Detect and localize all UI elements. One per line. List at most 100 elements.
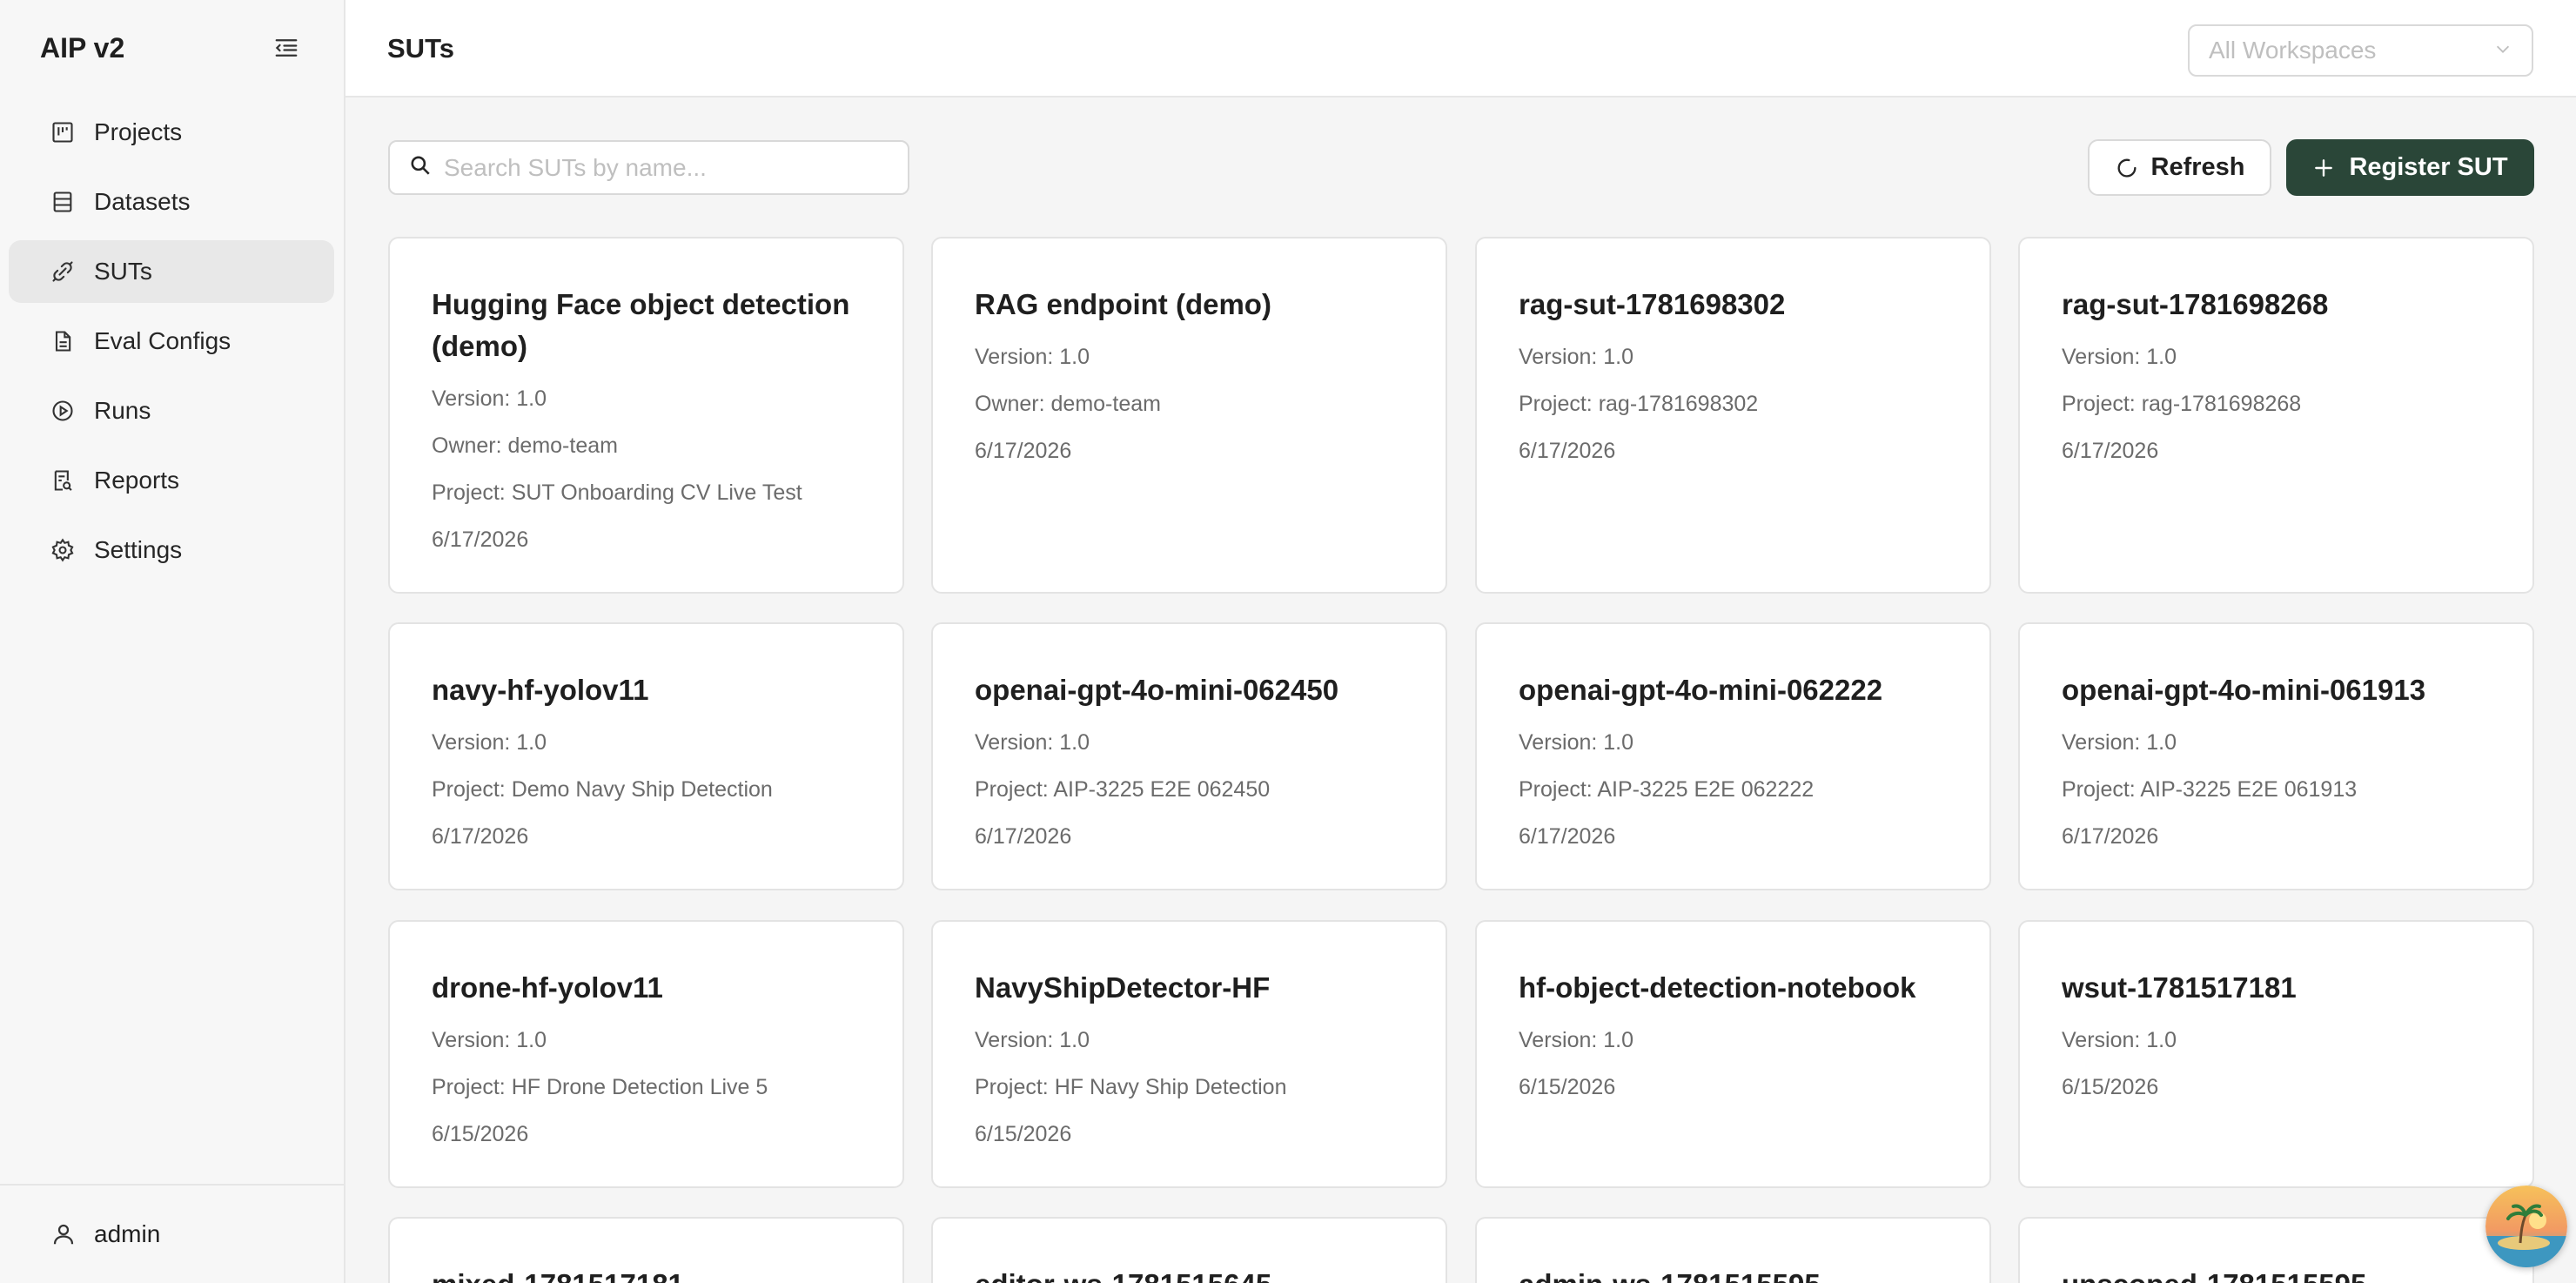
refresh-button[interactable]: Refresh (2088, 139, 2271, 196)
sut-card[interactable]: mixed-1781517181 (388, 1217, 904, 1283)
sut-card-date: 6/17/2026 (1519, 824, 1616, 849)
sut-card[interactable]: wsut-1781517181 Version: 1.0 6/15/2026 (2018, 920, 2534, 1188)
sidebar-item-projects[interactable]: Projects (9, 101, 334, 164)
sut-card[interactable]: unscoped-1781515595 (2018, 1217, 2534, 1283)
sut-card-version: Version: 1.0 (432, 730, 547, 755)
assistant-avatar-button[interactable] (2485, 1186, 2567, 1267)
sidebar-item-label: SUTs (94, 258, 152, 285)
sut-card[interactable]: openai-gpt-4o-mini-061913 Version: 1.0 P… (2018, 622, 2534, 890)
sut-card-version: Version: 1.0 (2062, 1028, 2177, 1052)
username: admin (94, 1220, 161, 1247)
sut-card-date: 6/15/2026 (432, 1122, 529, 1146)
eval-configs-icon (49, 327, 77, 355)
collapse-sidebar-icon[interactable] (269, 30, 304, 65)
sidebar-item-reports[interactable]: Reports (9, 449, 334, 512)
sidebar-item-label: Eval Configs (94, 327, 231, 354)
sidebar-item-runs[interactable]: Runs (9, 380, 334, 442)
search-icon (409, 154, 432, 181)
refresh-icon (2115, 156, 2139, 180)
projects-icon (49, 118, 77, 146)
sidebar-item-datasets[interactable]: Datasets (9, 171, 334, 233)
sut-card-title: wsut-1781517181 (2062, 971, 2297, 1004)
plus-icon (2312, 157, 2335, 179)
sut-card-title: drone-hf-yolov11 (432, 971, 663, 1004)
sut-card-title: editor-ws-1781515645 (975, 1264, 1404, 1283)
sidebar-item-eval-configs[interactable]: Eval Configs (9, 310, 334, 373)
sut-card-title: unscoped-1781515595 (2062, 1264, 2491, 1283)
sidebar-item-label: Projects (94, 118, 183, 145)
app-title: AIP v2 (40, 31, 125, 64)
sut-card-title: openai-gpt-4o-mini-062450 (975, 674, 1339, 706)
sut-card-version: Version: 1.0 (975, 345, 1090, 369)
sut-card-title: Hugging Face object detection (demo) (432, 288, 850, 362)
datasets-icon (49, 188, 77, 216)
sut-card-owner: Owner: demo-team (432, 433, 618, 458)
sut-card-owner: Owner: demo-team (975, 392, 1161, 416)
sidebar-item-label: Runs (94, 397, 151, 424)
suts-icon (49, 258, 77, 285)
sut-card[interactable]: editor-ws-1781515645 (931, 1217, 1447, 1283)
sut-card-version: Version: 1.0 (2062, 730, 2177, 755)
refresh-label: Refresh (2150, 153, 2245, 181)
sut-card-title: openai-gpt-4o-mini-061913 (2062, 674, 2426, 706)
search-field[interactable] (388, 140, 909, 195)
sut-card[interactable]: openai-gpt-4o-mini-062222 Version: 1.0 P… (1475, 622, 1991, 890)
sut-card-title: hf-object-detection-notebook (1519, 971, 1916, 1004)
sut-card-project: Project: SUT Onboarding CV Live Test (432, 480, 802, 505)
workspace-select[interactable]: All Workspaces (2188, 24, 2533, 77)
settings-icon (49, 536, 77, 564)
runs-icon (49, 397, 77, 425)
sut-card[interactable]: rag-sut-1781698302 Version: 1.0 Project:… (1475, 237, 1991, 594)
sut-card-date: 6/17/2026 (975, 824, 1072, 849)
reports-icon (49, 467, 77, 494)
sut-card-version: Version: 1.0 (2062, 345, 2177, 369)
sut-card[interactable]: hf-object-detection-notebook Version: 1.… (1475, 920, 1991, 1188)
sidebar-item-suts[interactable]: SUTs (9, 240, 334, 303)
sut-card[interactable]: Hugging Face object detection (demo) Ver… (388, 237, 904, 594)
register-sut-button[interactable]: Register SUT (2286, 139, 2534, 196)
chevron-down-icon (2493, 37, 2512, 64)
sut-card-project: Project: AIP-3225 E2E 061913 (2062, 777, 2358, 802)
sut-card[interactable]: NavyShipDetector-HF Version: 1.0 Project… (931, 920, 1447, 1188)
sut-card[interactable]: openai-gpt-4o-mini-062450 Version: 1.0 P… (931, 622, 1447, 890)
sut-card-title: RAG endpoint (demo) (975, 288, 1271, 320)
sut-card-date: 6/15/2026 (975, 1122, 1072, 1146)
sut-card-title: mixed-1781517181 (432, 1264, 861, 1283)
sut-card[interactable]: rag-sut-1781698268 Version: 1.0 Project:… (2018, 237, 2534, 594)
sidebar: AIP v2 Projects Datasets SUTs Eval Confi… (0, 0, 345, 1283)
sut-card[interactable]: navy-hf-yolov11 Version: 1.0 Project: De… (388, 622, 904, 890)
app-root: AIP v2 Projects Datasets SUTs Eval Confi… (0, 0, 2576, 1283)
sut-card-title: navy-hf-yolov11 (432, 674, 649, 706)
sut-card-version: Version: 1.0 (1519, 1028, 1634, 1052)
sut-card-version: Version: 1.0 (1519, 730, 1634, 755)
sut-card-date: 6/17/2026 (432, 824, 529, 849)
sut-card-version: Version: 1.0 (432, 386, 547, 411)
sut-card-date: 6/17/2026 (432, 527, 529, 552)
sut-card-date: 6/17/2026 (975, 439, 1072, 463)
user-menu[interactable]: admin (0, 1184, 344, 1283)
workspace-select-value: All Workspaces (2209, 37, 2377, 64)
sut-card-date: 6/15/2026 (2062, 1075, 2159, 1099)
sut-card[interactable]: drone-hf-yolov11 Version: 1.0 Project: H… (388, 920, 904, 1188)
sut-card-title: rag-sut-1781698302 (1519, 288, 1786, 320)
sut-card-date: 6/17/2026 (1519, 439, 1616, 463)
island-avatar-icon (2485, 1186, 2567, 1267)
sut-card-version: Version: 1.0 (975, 730, 1090, 755)
sut-card[interactable]: RAG endpoint (demo) Version: 1.0 Owner: … (931, 237, 1447, 594)
sidebar-item-settings[interactable]: Settings (9, 519, 334, 581)
sidebar-item-label: Datasets (94, 188, 191, 215)
sut-card-date: 6/17/2026 (2062, 824, 2159, 849)
sut-card-project: Project: Demo Navy Ship Detection (432, 777, 773, 802)
register-sut-label: Register SUT (2349, 153, 2508, 181)
sut-card-title: openai-gpt-4o-mini-062222 (1519, 674, 1883, 706)
brand-row: AIP v2 (0, 0, 344, 96)
sut-card-version: Version: 1.0 (432, 1028, 547, 1052)
sut-card-project: Project: AIP-3225 E2E 062450 (975, 777, 1271, 802)
sut-card-project: Project: rag-1781698302 (1519, 392, 1759, 416)
search-input[interactable] (444, 153, 889, 182)
sut-card-project: Project: AIP-3225 E2E 062222 (1519, 777, 1815, 802)
sut-card[interactable]: admin-ws-1781515595 (1475, 1217, 1991, 1283)
sut-card-project: Project: rag-1781698268 (2062, 392, 2302, 416)
sut-card-date: 6/15/2026 (1519, 1075, 1616, 1099)
sut-card-project: Project: HF Drone Detection Live 5 (432, 1075, 768, 1099)
